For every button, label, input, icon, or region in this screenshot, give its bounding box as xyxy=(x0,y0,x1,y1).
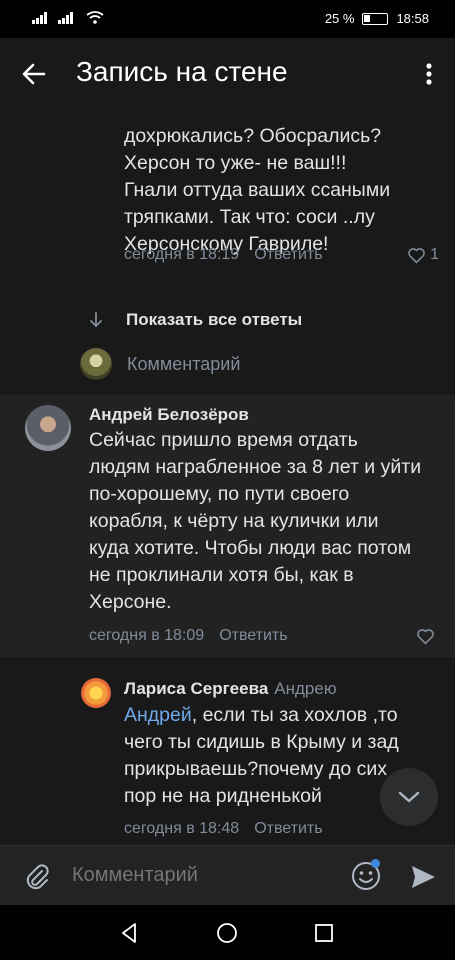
reply-field-placeholder: Комментарий xyxy=(127,353,241,374)
comment-author[interactable]: Лариса Сергеева xyxy=(124,679,268,698)
comment-time: сегодня в 18:48 xyxy=(124,820,240,837)
wifi-icon xyxy=(86,11,104,24)
status-bar: 25 % 18:58 xyxy=(0,0,455,38)
avatar xyxy=(80,348,112,380)
paperclip-icon[interactable] xyxy=(22,862,52,892)
heart-icon xyxy=(417,628,434,644)
avatar[interactable] xyxy=(81,678,111,708)
reply-button[interactable]: Ответить xyxy=(254,820,322,838)
comment-input[interactable] xyxy=(72,864,332,887)
comment-header: Лариса Сергеева Андрею xyxy=(124,679,337,699)
reply-button[interactable]: Ответить xyxy=(254,246,322,264)
comment-meta: сегодня в 18:09 Ответить xyxy=(89,627,435,645)
nav-home-icon[interactable] xyxy=(215,921,239,945)
chevron-down-icon xyxy=(398,791,420,803)
comment-author[interactable]: Андрей Белозёров xyxy=(89,405,249,425)
comment-text: дохрюкались? Обосрались? дохрюкались? Об… xyxy=(124,110,444,258)
system-navigation-bar xyxy=(0,905,455,960)
battery-icon xyxy=(362,12,389,25)
comment-text: Сейчас пришло время отдать людям награбл… xyxy=(89,429,422,613)
comment-line: Гнали оттуда ваших ссаными xyxy=(124,179,391,201)
signal-indicators xyxy=(32,11,104,24)
send-icon[interactable] xyxy=(408,862,438,892)
like-button[interactable] xyxy=(416,628,435,645)
show-all-replies-button[interactable]: Показать все ответы xyxy=(88,310,302,330)
notification-dot xyxy=(371,859,380,868)
status-right: 25 % 18:58 xyxy=(325,11,429,26)
comments-list: дохрюкались? Обосрались? дохрюкались? Об… xyxy=(0,110,455,845)
comment-meta: сегодня в 18:48 Ответить xyxy=(124,820,436,838)
scroll-down-button[interactable] xyxy=(380,768,438,826)
nav-recents-icon[interactable] xyxy=(312,921,336,945)
page-title: Запись на стене xyxy=(76,56,288,87)
comment-2: Андрей Белозёров Сейчас пришло время отд… xyxy=(0,395,455,657)
comment-time: сегодня в 18:09 xyxy=(89,627,205,644)
battery-percent: 25 % xyxy=(324,11,355,26)
mention-link[interactable]: Андрей xyxy=(124,704,192,726)
avatar[interactable] xyxy=(25,405,71,451)
back-arrow-icon[interactable] xyxy=(18,58,50,90)
more-vertical-icon[interactable] xyxy=(417,58,441,90)
comment-line: тряпками. Так что: соси ..лу xyxy=(124,206,375,228)
heart-icon xyxy=(408,247,425,263)
like-button[interactable]: 1 xyxy=(407,246,439,264)
nav-back-icon[interactable] xyxy=(118,921,142,945)
clock: 18:58 xyxy=(396,11,429,26)
top-app-bar: Запись на стене xyxy=(0,38,455,110)
reply-field[interactable]: Комментарий xyxy=(80,348,240,380)
reply-to[interactable]: Андрею xyxy=(274,679,336,698)
signal-icon-2 xyxy=(58,11,73,24)
comment-line: дохрюкались? Обосрались? xyxy=(124,125,382,147)
comment-1: дохрюкались? Обосрались? дохрюкались? Об… xyxy=(124,110,444,263)
signal-icon xyxy=(32,11,47,24)
comment-time: сегодня в 18:19 xyxy=(124,246,240,263)
arrow-down-icon xyxy=(90,312,102,327)
comment-line: Херсон то уже- не ваш!!! xyxy=(124,152,347,174)
show-all-replies-label: Показать все ответы xyxy=(126,310,303,329)
reply-button[interactable]: Ответить xyxy=(219,627,287,645)
like-count: 1 xyxy=(430,246,439,263)
comment-text: Андрей, если ты за хохлов ,то чего ты си… xyxy=(124,702,424,810)
comment-meta: сегодня в 18:19 Ответить 1 xyxy=(124,246,439,264)
comment-composer xyxy=(0,845,455,905)
